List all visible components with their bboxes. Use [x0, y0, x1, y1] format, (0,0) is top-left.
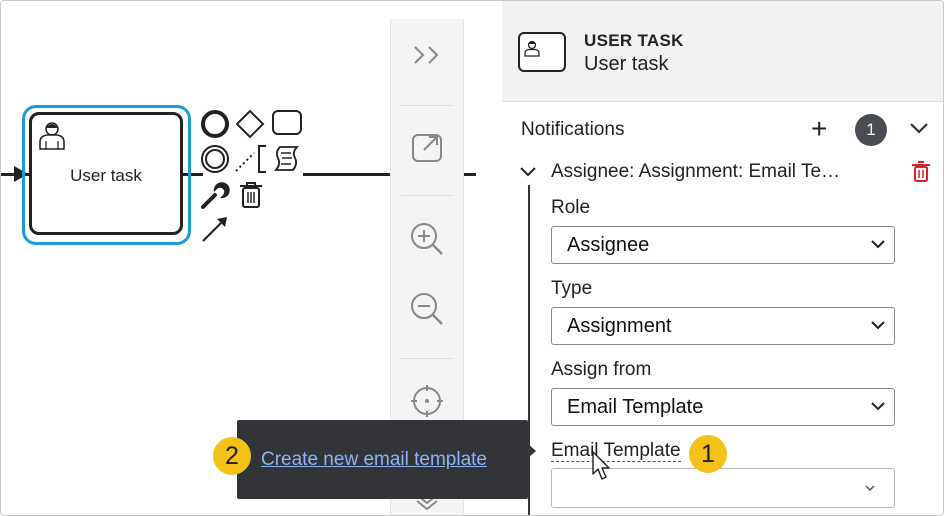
notifications-title: Notifications	[521, 119, 625, 140]
type-value: Assignment	[567, 315, 672, 337]
collapse-chevron-icon[interactable]	[518, 164, 538, 180]
chevron-down-icon	[871, 402, 885, 411]
chevron-down-icon	[871, 240, 885, 249]
toolbar-divider	[401, 195, 453, 196]
element-name: User task	[584, 53, 669, 75]
callout-badge-1: 1	[689, 435, 727, 473]
fit-viewport-button[interactable]	[391, 127, 463, 167]
toggle-panel-button[interactable]	[391, 37, 463, 73]
role-label: Role	[551, 197, 591, 218]
center-view-button[interactable]	[391, 381, 463, 421]
tooltip-pointer	[528, 444, 536, 458]
zoom-in-icon	[411, 223, 443, 255]
add-notification-button[interactable]: +	[811, 115, 827, 143]
zoom-out-icon	[411, 293, 443, 325]
assign-from-label: Assign from	[551, 359, 652, 380]
script-icon[interactable]	[273, 143, 303, 175]
toolbar-divider	[401, 105, 453, 106]
zoom-in-button[interactable]	[391, 219, 463, 259]
group-indent-line	[528, 185, 530, 515]
user-task-element[interactable]: User task	[29, 112, 183, 235]
mouse-cursor-icon	[592, 451, 610, 480]
chevron-down-icon	[865, 485, 875, 492]
zoom-out-button[interactable]	[391, 289, 463, 329]
properties-panel: USER TASK User task Notifications + 1 As…	[502, 1, 943, 515]
element-type: USER TASK	[584, 31, 684, 50]
trash-icon[interactable]	[237, 179, 265, 211]
notification-count-badge: 1	[855, 114, 887, 146]
delete-notification-icon[interactable]	[911, 161, 931, 183]
panel-header: USER TASK User task	[502, 1, 943, 102]
role-value: Assignee	[567, 234, 650, 256]
assign-from-value: Email Template	[567, 396, 704, 418]
connect-arrow-icon[interactable]	[199, 213, 233, 245]
gateway-icon[interactable]	[234, 108, 266, 140]
callout-badge-2: 2	[213, 437, 251, 475]
expand-icon	[412, 134, 442, 162]
user-icon	[39, 122, 65, 150]
email-template-label[interactable]: Email Template	[551, 440, 681, 462]
task-shape-icon[interactable]	[271, 109, 303, 137]
chevron-down-icon[interactable]	[908, 121, 930, 137]
chevron-down-icon	[871, 321, 885, 330]
notification-item-title[interactable]: Assignee: Assignment: Email Te…	[551, 161, 840, 183]
type-select[interactable]: Assignment	[551, 307, 895, 345]
create-template-tooltip: Create new email template	[237, 420, 528, 499]
wrench-icon[interactable]	[199, 179, 231, 211]
create-email-template-link[interactable]: Create new email template	[261, 449, 487, 471]
intermediate-event-icon[interactable]	[199, 143, 231, 175]
task-label: User task	[70, 166, 142, 185]
role-select[interactable]: Assignee	[551, 226, 895, 264]
toolbar-divider	[401, 358, 453, 359]
app-frame: User task USER TASK User task Notificati…	[0, 0, 944, 516]
crosshair-icon	[411, 385, 443, 417]
text-annotation-icon[interactable]	[234, 143, 270, 175]
assign-from-select[interactable]: Email Template	[551, 388, 895, 426]
end-event-icon[interactable]	[199, 108, 231, 140]
double-chevron-right-icon	[414, 46, 439, 64]
user-icon	[524, 40, 540, 57]
user-task-icon	[518, 32, 566, 72]
type-label: Type	[551, 278, 593, 299]
